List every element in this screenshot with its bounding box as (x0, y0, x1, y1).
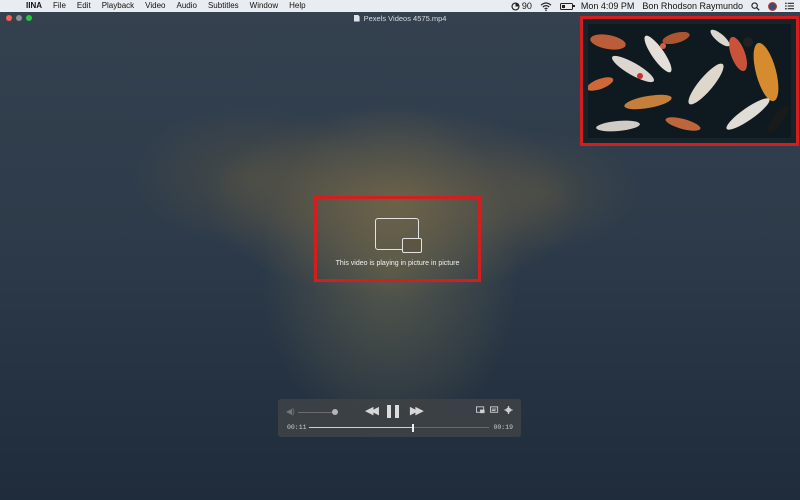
duration: 00:19 (493, 424, 513, 431)
volume-slider[interactable] (298, 412, 334, 413)
window-title-group: Pexels Videos 4575.mp4 (353, 13, 447, 23)
notification-center-icon[interactable] (785, 2, 794, 10)
volume-slider-knob[interactable] (332, 409, 338, 415)
pip-placeholder: This video is playing in picture in pict… (314, 196, 481, 282)
menu-help[interactable]: Help (284, 0, 311, 12)
siri-icon[interactable] (768, 1, 777, 11)
pip-toggle-icon[interactable] (476, 406, 485, 414)
close-button[interactable] (6, 15, 12, 21)
pip-message: This video is playing in picture in pict… (335, 259, 460, 267)
status-number: 90 (521, 1, 532, 11)
spotlight-search-icon[interactable] (751, 1, 760, 11)
menu-playback[interactable]: Playback (96, 0, 139, 12)
playlist-icon[interactable] (490, 406, 499, 414)
transport-group: ◀◀ ▶▶ (365, 404, 424, 418)
tool-buttons (476, 406, 513, 414)
zoom-button[interactable] (26, 15, 32, 21)
pip-video-window[interactable] (580, 16, 799, 146)
menu-bar: IINA File Edit Playback Video Audio Subt… (0, 0, 800, 12)
user-name[interactable]: Bon Rhodson Raymundo (642, 0, 743, 12)
seek-bar[interactable] (309, 424, 489, 432)
battery-icon[interactable] (559, 2, 575, 10)
clock[interactable]: Mon 4:09 PM (581, 0, 635, 12)
moon-badge-icon (511, 1, 520, 11)
menu-app-iina[interactable]: IINA (22, 0, 48, 12)
status-item-badge[interactable]: 90 (511, 0, 532, 12)
fast-forward-icon[interactable]: ▶▶ (410, 404, 424, 418)
koi-fish-video (588, 24, 791, 138)
menu-edit[interactable]: Edit (71, 0, 96, 12)
wifi-icon[interactable] (540, 1, 552, 11)
seek-bar-knob[interactable] (412, 424, 415, 432)
settings-gear-icon[interactable] (504, 406, 513, 414)
window-controls (6, 15, 32, 21)
status-area: 90 Mon 4:09 PM Bon Rhodson Raymundo (511, 0, 800, 12)
menu-video[interactable]: Video (140, 0, 171, 12)
current-time: 00:11 (287, 424, 307, 431)
minimize-button[interactable] (16, 15, 22, 21)
playback-controls: ◀) ◀◀ ▶▶ 00:11 00:19 (278, 399, 521, 437)
seek-bar-progress (309, 427, 414, 428)
pause-button[interactable] (386, 404, 399, 418)
picture-in-picture-icon (374, 217, 422, 254)
document-icon (353, 14, 360, 22)
pip-video-frame[interactable] (588, 24, 791, 138)
rewind-icon[interactable]: ◀◀ (365, 404, 379, 418)
volume-icon[interactable]: ◀) (286, 407, 295, 416)
window-title: Pexels Videos 4575.mp4 (363, 13, 447, 23)
menu-file[interactable]: File (48, 0, 72, 12)
menu-subtitles[interactable]: Subtitles (202, 0, 244, 12)
menu-window[interactable]: Window (244, 0, 283, 12)
menu-audio[interactable]: Audio (171, 0, 202, 12)
